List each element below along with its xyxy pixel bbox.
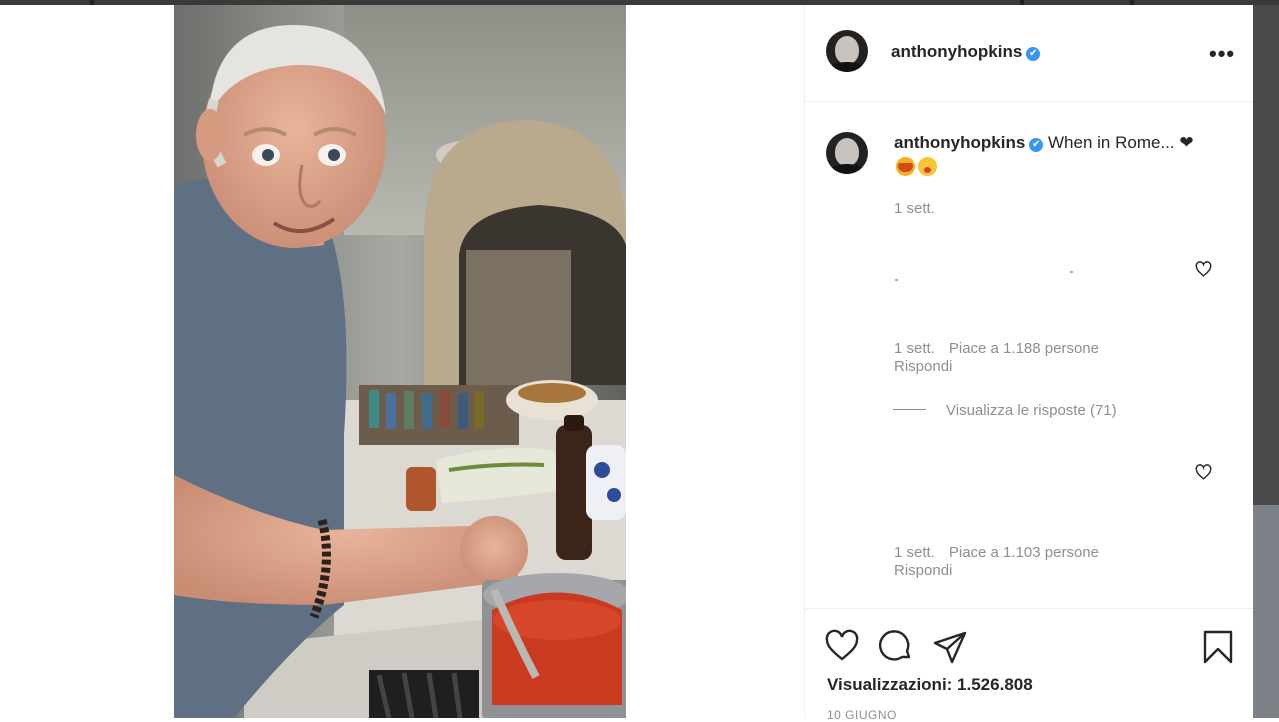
caption-username[interactable]: anthonyhopkins [894, 133, 1025, 152]
avatar-face [835, 138, 859, 166]
avatar[interactable] [826, 30, 868, 72]
view-replies-line [893, 409, 926, 410]
post-side-panel: anthonyhopkins ✔ ••• anthonyhopkins ✔ When… [804, 5, 1253, 722]
avatar-face [835, 36, 859, 64]
comment-likes[interactable]: Piace a 1.188 persone [949, 340, 1099, 357]
post-video[interactable] [174, 5, 626, 718]
header-username-text[interactable]: anthonyhopkins [891, 42, 1022, 61]
comment-redacted-mark [895, 279, 898, 281]
yum-emoji [918, 157, 937, 176]
post-actions: Visualizzazioni: 1.526.808 10 GIUGNO [805, 608, 1253, 722]
comment-time[interactable]: 1 sett. [894, 340, 935, 357]
caption-emojis [896, 157, 937, 176]
background-page-edge-block [1252, 505, 1279, 718]
verified-icon: ✔ [1026, 47, 1041, 61]
reply-button[interactable]: Rispondi [894, 562, 952, 579]
comment-like-heart-icon[interactable] [1195, 464, 1212, 481]
background-page-edge [1252, 5, 1279, 718]
strip-mark [90, 0, 94, 5]
spaghetti-emoji [896, 157, 915, 176]
post-header: anthonyhopkins ✔ ••• [805, 5, 1253, 102]
bookmark-icon[interactable] [1200, 629, 1236, 665]
comment-meta: 1 sett. Piace a 1.103 persone [894, 544, 1099, 561]
reply-button[interactable]: Rispondi [894, 358, 952, 375]
avatar-shirt [830, 164, 864, 174]
comment-like-heart-icon[interactable] [1195, 261, 1212, 278]
verified-icon: ✔ [1029, 138, 1044, 152]
caption: anthonyhopkins ✔ When in Rome... ❤ [894, 133, 1194, 153]
share-icon[interactable] [932, 629, 968, 665]
post-date[interactable]: 10 GIUGNO [827, 708, 897, 722]
comment-icon[interactable] [878, 629, 914, 665]
comment-likes[interactable]: Piace a 1.103 persone [949, 544, 1099, 561]
comment-meta: 1 sett. Piace a 1.188 persone [894, 340, 1099, 357]
comment-redacted-mark [1070, 271, 1073, 273]
caption-text: When in Rome... ❤ [1048, 133, 1194, 152]
heart-icon[interactable] [824, 629, 860, 665]
comment-time[interactable]: 1 sett. [894, 544, 935, 561]
more-options-icon[interactable]: ••• [1209, 41, 1235, 67]
caption-avatar[interactable] [826, 132, 868, 174]
video-frame-image [174, 5, 626, 718]
caption-time[interactable]: 1 sett. [894, 200, 935, 217]
view-replies-label[interactable]: Visualizza le risposte (71) [946, 402, 1117, 419]
views-count[interactable]: Visualizzazioni: 1.526.808 [827, 675, 1033, 695]
view-replies-button[interactable]: Visualizza le risposte (71) [893, 402, 1117, 419]
header-username[interactable]: anthonyhopkins ✔ [891, 42, 1041, 62]
avatar-shirt [830, 62, 864, 72]
